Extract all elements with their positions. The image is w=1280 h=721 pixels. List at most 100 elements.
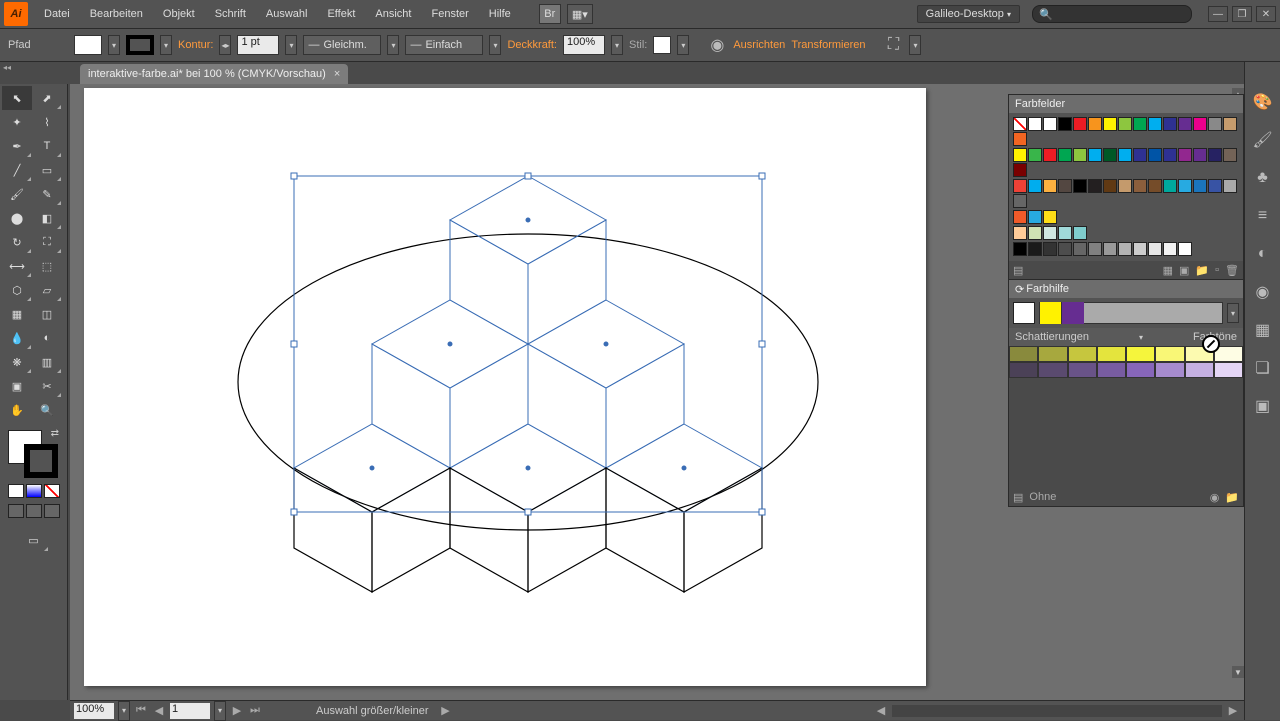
- swatch[interactable]: [1013, 148, 1027, 162]
- swatch[interactable]: [1163, 117, 1177, 131]
- swatch[interactable]: [1133, 117, 1147, 131]
- stroke-weight-stepper[interactable]: ◂▸: [219, 35, 231, 55]
- line-tool[interactable]: ╱: [2, 158, 32, 182]
- style-combo[interactable]: — Einfach: [405, 35, 483, 55]
- stroke-weight-dropdown[interactable]: ▾: [285, 35, 297, 55]
- hscroll-track[interactable]: [892, 705, 1222, 717]
- swatch[interactable]: [1028, 242, 1042, 256]
- draw-behind-button[interactable]: [26, 504, 42, 518]
- swatch[interactable]: [1208, 179, 1222, 193]
- swatch[interactable]: [1133, 179, 1147, 193]
- prev-artboard-button[interactable]: ◀: [152, 704, 166, 718]
- swatch[interactable]: [1178, 148, 1192, 162]
- artboards-panel-icon[interactable]: ▣: [1251, 394, 1275, 418]
- swatch[interactable]: [1133, 148, 1147, 162]
- draw-inside-button[interactable]: [44, 504, 60, 518]
- swatch[interactable]: [1223, 148, 1237, 162]
- stroke-weight-input[interactable]: 1 pt: [237, 35, 279, 55]
- swatch[interactable]: [1028, 148, 1042, 162]
- statusbar-menu[interactable]: ▶: [439, 704, 453, 718]
- swatch[interactable]: [1013, 210, 1027, 224]
- limit-colors-icon[interactable]: ▤: [1013, 491, 1023, 504]
- swatch[interactable]: [1223, 179, 1237, 193]
- swatch[interactable]: [1118, 242, 1132, 256]
- swatch[interactable]: [1013, 242, 1027, 256]
- swatch-options-icon[interactable]: ▣: [1179, 264, 1189, 277]
- new-swatch-icon[interactable]: ▫: [1215, 264, 1219, 276]
- direct-selection-tool[interactable]: ⬈: [32, 86, 62, 110]
- swatch[interactable]: [1208, 148, 1222, 162]
- none-mode-button[interactable]: [44, 484, 60, 498]
- close-button[interactable]: ✕: [1256, 6, 1276, 22]
- swatch[interactable]: [1013, 163, 1027, 177]
- menu-bearbeiten[interactable]: Bearbeiten: [80, 4, 153, 24]
- free-transform-tool[interactable]: ⬚: [32, 254, 62, 278]
- swatch[interactable]: [1148, 179, 1162, 193]
- symbol-sprayer-tool[interactable]: ❋: [2, 350, 32, 374]
- swatch[interactable]: [1088, 117, 1102, 131]
- first-artboard-button[interactable]: ⏮: [134, 704, 148, 718]
- graphic-style-dropdown[interactable]: ▾: [677, 35, 689, 55]
- type-tool[interactable]: T: [32, 134, 62, 158]
- swatch[interactable]: [1043, 210, 1057, 224]
- tint-cell[interactable]: [1155, 362, 1184, 378]
- color-mode-button[interactable]: [8, 484, 24, 498]
- swatch[interactable]: [1028, 179, 1042, 193]
- swatch[interactable]: [1058, 179, 1072, 193]
- swatch[interactable]: [1088, 179, 1102, 193]
- swatch[interactable]: [1013, 194, 1027, 208]
- magic-wand-tool[interactable]: ✦: [2, 110, 32, 134]
- swatch-libraries-icon[interactable]: ▤: [1013, 264, 1023, 277]
- width-tool[interactable]: ⟷: [2, 254, 32, 278]
- swatch[interactable]: [1133, 242, 1147, 256]
- menu-hilfe[interactable]: Hilfe: [479, 4, 521, 24]
- recolor-icon[interactable]: ◉: [707, 35, 727, 55]
- menu-ansicht[interactable]: Ansicht: [365, 4, 421, 24]
- swatch[interactable]: [1223, 117, 1237, 131]
- tint-cell[interactable]: [1068, 346, 1097, 362]
- artboard-tool[interactable]: ▣: [2, 374, 32, 398]
- swatch[interactable]: [1043, 226, 1057, 240]
- save-group-icon[interactable]: 📁: [1225, 491, 1239, 504]
- menu-schrift[interactable]: Schrift: [205, 4, 256, 24]
- swatch[interactable]: [1073, 226, 1087, 240]
- artboard-number-input[interactable]: 1: [170, 703, 210, 719]
- rectangle-tool[interactable]: ▭: [32, 158, 62, 182]
- minimize-button[interactable]: —: [1208, 6, 1228, 22]
- selection-tool[interactable]: ⬉: [2, 86, 32, 110]
- slice-tool[interactable]: ✂: [32, 374, 62, 398]
- perspective-tool[interactable]: ▱: [32, 278, 62, 302]
- swatch[interactable]: [1208, 117, 1222, 131]
- lasso-tool[interactable]: ⌇: [32, 110, 62, 134]
- hscroll-right[interactable]: ▶: [1226, 704, 1240, 718]
- swatch[interactable]: [1178, 179, 1192, 193]
- colorguide-tint-row-2[interactable]: [1009, 362, 1243, 378]
- pen-tool[interactable]: ✒: [2, 134, 32, 158]
- swatch[interactable]: [1103, 117, 1117, 131]
- tint-cell[interactable]: [1185, 362, 1214, 378]
- next-artboard-button[interactable]: ▶: [230, 704, 244, 718]
- fill-swatch[interactable]: [74, 35, 102, 55]
- hscroll-left[interactable]: ◀: [874, 704, 888, 718]
- bridge-button[interactable]: Br: [539, 4, 561, 24]
- blend-tool[interactable]: ◐: [32, 326, 62, 350]
- swatch[interactable]: [1058, 117, 1072, 131]
- swatch[interactable]: [1073, 148, 1087, 162]
- colorguide-mode-dropdown[interactable]: ▾: [1139, 333, 1143, 342]
- eraser-tool[interactable]: ◧: [32, 206, 62, 230]
- swatch[interactable]: [1148, 117, 1162, 131]
- artboard-dropdown[interactable]: ▾: [214, 701, 226, 721]
- symbols-panel-icon[interactable]: ♣: [1251, 166, 1275, 190]
- show-swatch-kinds-icon[interactable]: ▦: [1163, 264, 1173, 277]
- swatch[interactable]: [1043, 242, 1057, 256]
- swatch[interactable]: [1073, 117, 1087, 131]
- swatch[interactable]: [1118, 117, 1132, 131]
- shape-builder-tool[interactable]: ⬡: [2, 278, 32, 302]
- swatch[interactable]: [1163, 179, 1177, 193]
- paintbrush-tool[interactable]: 🖌: [2, 182, 32, 206]
- swatch[interactable]: [1103, 179, 1117, 193]
- brush-combo[interactable]: — Gleichm.: [303, 35, 381, 55]
- colorguide-harmony-combo[interactable]: [1039, 302, 1223, 324]
- graphic-styles-panel-icon[interactable]: ▦: [1251, 318, 1275, 342]
- scale-tool[interactable]: ⛶: [32, 230, 62, 254]
